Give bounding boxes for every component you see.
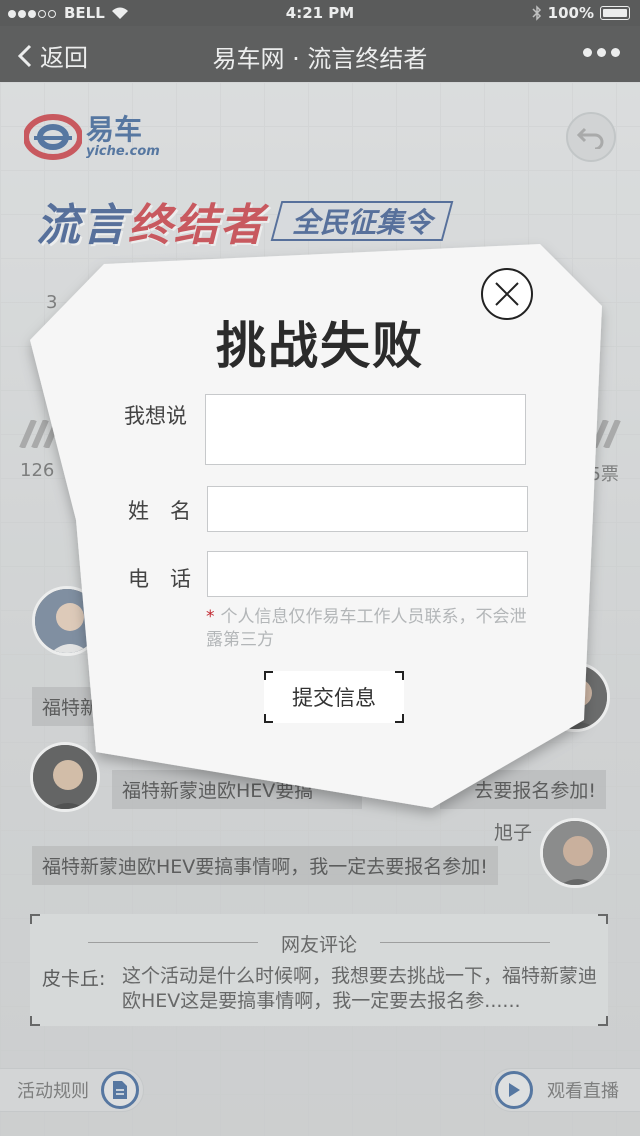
name-label: 姓 名 xyxy=(128,499,191,523)
privacy-note: * 个人信息仅作易车工作人员联系，不会泄露第三方 xyxy=(206,607,527,650)
modal-title: 挑战失败 xyxy=(216,317,424,375)
close-button[interactable] xyxy=(481,268,533,320)
message-field[interactable] xyxy=(205,394,526,465)
close-icon xyxy=(495,282,519,306)
challenge-failed-modal: 挑战失败 我想说 姓 名 电 话 * 个人信息仅作易车工作人员联系，不会泄露第三方… xyxy=(0,0,640,1136)
submit-button[interactable]: 提交信息 xyxy=(264,671,404,723)
name-field[interactable] xyxy=(207,486,528,532)
message-label: 我想说 xyxy=(124,404,187,428)
submit-label: 提交信息 xyxy=(292,686,376,710)
phone-field[interactable] xyxy=(207,551,528,597)
phone-label: 电 话 xyxy=(128,567,191,591)
